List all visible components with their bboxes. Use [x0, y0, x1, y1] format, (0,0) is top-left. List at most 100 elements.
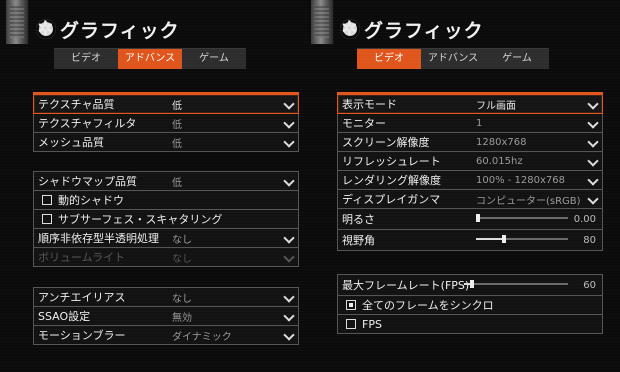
setting-label: モーションブラー [38, 329, 126, 342]
shadow-map-quality-dropdown[interactable]: シャドウマップ品質 低 [33, 171, 299, 191]
shadow-settings-group: シャドウマップ品質 低 動的シャドウ サブサーフェス・スキャタリング 順序非依存… [33, 171, 299, 267]
chevron-down-icon [283, 117, 295, 129]
setting-label: モニター [342, 117, 386, 130]
chevron-down-icon [283, 291, 295, 303]
setting-label: 表示モード [342, 98, 397, 111]
slider-handle[interactable] [470, 280, 475, 288]
display-gamma-dropdown[interactable]: ディスプレイガンマ コンピューター(sRGB) [337, 190, 603, 209]
tab-bar: ビデオ アドバンス ゲーム [54, 48, 246, 69]
slider-handle[interactable] [501, 235, 506, 243]
fov-slider-row: 視野角 80 [337, 230, 603, 251]
dynamic-shadow-checkbox[interactable]: 動的シャドウ [33, 191, 299, 210]
fov-slider[interactable] [476, 235, 568, 243]
slider-handle[interactable] [476, 214, 480, 222]
setting-value: 低 [172, 138, 182, 150]
tab-game[interactable]: ゲーム [485, 49, 549, 69]
setting-value: 低 [172, 100, 182, 112]
post-processing-group: アンチエイリアス なし SSAO設定 無効 モーションブラー ダイナミック [33, 287, 299, 345]
max-fps-slider[interactable] [464, 280, 568, 288]
screen-resolution-dropdown[interactable]: スクリーン解像度 1280x768 [337, 133, 603, 152]
setting-value: フル画面 [476, 100, 516, 112]
chevron-down-icon [587, 98, 599, 110]
setting-label: 視野角 [342, 234, 375, 247]
display-mode-dropdown[interactable]: 表示モード フル画面 [337, 92, 603, 114]
setting-label: アンチエイリアス [38, 291, 126, 304]
checkbox-icon [42, 214, 52, 224]
oit-transparency-dropdown[interactable]: 順序非依存型半透明処理 なし [33, 229, 299, 248]
setting-value: 1 [476, 117, 483, 129]
slider-value: 80 [583, 234, 596, 246]
tab-advanced[interactable]: アドバンス [421, 49, 485, 69]
advanced-settings-panel: グラフィック ビデオ アドバンス ゲーム テクスチャ品質 低 テクスチャフィルタ… [0, 0, 310, 372]
setting-value: 100% - 1280x768 [476, 174, 566, 186]
tab-game[interactable]: ゲーム [182, 49, 246, 69]
checkbox-label: サブサーフェス・スキャタリング [58, 213, 223, 226]
setting-label: リフレッシュレート [342, 155, 441, 168]
gear-icon [340, 16, 360, 40]
setting-label: 順序非依存型半透明処理 [38, 232, 159, 245]
tab-bar: ビデオ アドバンス ゲーム [357, 48, 549, 69]
panel-edge-decoration [6, 0, 29, 44]
subsurface-scattering-checkbox[interactable]: サブサーフェス・スキャタリング [33, 210, 299, 229]
brightness-slider-row: 明るさ 0.00 [337, 209, 603, 230]
tab-video[interactable]: ビデオ [357, 49, 421, 69]
checkbox-label: FPS [362, 317, 382, 331]
chevron-down-icon [283, 175, 295, 187]
setting-value: 1280x768 [476, 136, 527, 148]
setting-label: テクスチャ品質 [38, 98, 115, 111]
ssao-dropdown[interactable]: SSAO設定 無効 [33, 307, 299, 326]
setting-label: ボリュームライト [38, 251, 126, 264]
panel-header: グラフィック [36, 14, 180, 44]
anti-aliasing-dropdown[interactable]: アンチエイリアス なし [33, 287, 299, 307]
chevron-down-icon [283, 329, 295, 341]
setting-value: 無効 [172, 312, 192, 324]
slider-fill [476, 238, 504, 240]
panel-header: グラフィック [340, 14, 484, 44]
setting-label: SSAO設定 [38, 310, 91, 323]
panel-edge-decoration [311, 0, 334, 44]
setting-value: 低 [172, 177, 182, 189]
setting-value: なし [172, 234, 192, 246]
sync-all-frames-checkbox[interactable]: 全てのフレームをシンクロ [337, 296, 603, 315]
page-title: グラフィック [364, 19, 484, 42]
page-title: グラフィック [60, 19, 180, 42]
tab-video[interactable]: ビデオ [54, 49, 118, 69]
checkbox-icon [346, 300, 356, 310]
setting-label: ディスプレイガンマ [342, 193, 441, 206]
chevron-down-icon [283, 251, 295, 263]
max-fps-slider-row: 最大フレームレート(FPS) 60 [337, 274, 603, 296]
setting-label: レンダリング解像度 [342, 174, 441, 187]
framerate-settings-group: 最大フレームレート(FPS) 60 全てのフレームをシンクロ FPS [337, 274, 603, 334]
setting-label: メッシュ品質 [38, 136, 104, 149]
setting-label: スクリーン解像度 [342, 136, 430, 149]
chevron-down-icon [587, 174, 599, 186]
tab-advanced[interactable]: アドバンス [118, 49, 182, 69]
texture-filter-dropdown[interactable]: テクスチャフィルタ 低 [33, 114, 299, 133]
chevron-down-icon [587, 136, 599, 148]
setting-value: ダイナミック [172, 331, 232, 343]
render-resolution-dropdown[interactable]: レンダリング解像度 100% - 1280x768 [337, 171, 603, 190]
chevron-down-icon [283, 98, 295, 110]
checkbox-icon [42, 195, 52, 205]
video-settings-panel: グラフィック ビデオ アドバンス ゲーム 表示モード フル画面 モニター 1 ス… [310, 0, 620, 372]
setting-label: シャドウマップ品質 [38, 175, 137, 188]
volume-light-dropdown: ボリュームライト なし [33, 248, 299, 267]
setting-value: なし [172, 253, 192, 265]
monitor-dropdown[interactable]: モニター 1 [337, 114, 603, 133]
brightness-slider[interactable] [476, 214, 568, 222]
setting-value: なし [172, 293, 192, 305]
slider-value: 0.00 [573, 213, 596, 225]
fps-display-checkbox[interactable]: FPS [337, 315, 603, 334]
checkbox-label: 全てのフレームをシンクロ [362, 299, 494, 312]
setting-value: 低 [172, 119, 182, 131]
display-settings-group: 表示モード フル画面 モニター 1 スクリーン解像度 1280x768 リフレッ… [337, 92, 603, 251]
motion-blur-dropdown[interactable]: モーションブラー ダイナミック [33, 326, 299, 345]
gear-icon [36, 16, 56, 40]
slider-value: 60 [583, 279, 596, 291]
refresh-rate-dropdown[interactable]: リフレッシュレート 60.015hz [337, 152, 603, 171]
setting-value: 60.015hz [476, 155, 523, 167]
chevron-down-icon [283, 136, 295, 148]
texture-quality-dropdown[interactable]: テクスチャ品質 低 [33, 92, 299, 114]
chevron-down-icon [283, 232, 295, 244]
mesh-quality-dropdown[interactable]: メッシュ品質 低 [33, 133, 299, 152]
